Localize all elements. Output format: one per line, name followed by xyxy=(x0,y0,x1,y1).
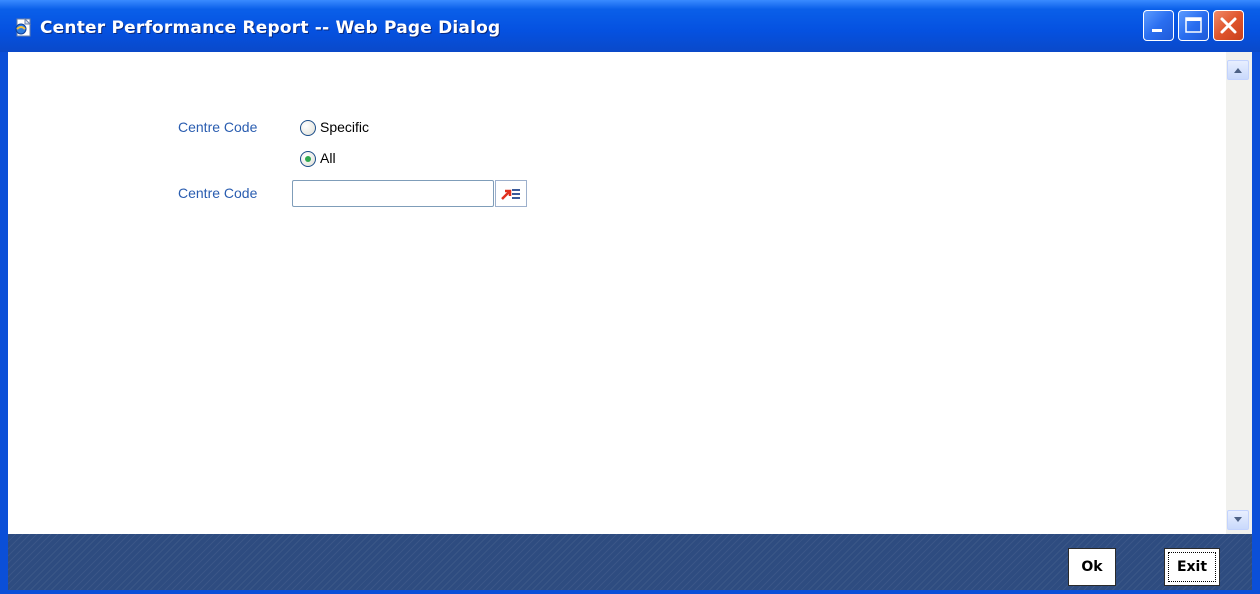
vertical-scrollbar[interactable] xyxy=(1226,52,1252,534)
maximize-icon xyxy=(1185,17,1202,33)
maximize-button[interactable] xyxy=(1178,10,1209,41)
minimize-icon xyxy=(1152,29,1162,32)
ie-page-icon xyxy=(14,17,34,38)
centre-code-input[interactable] xyxy=(292,180,494,207)
ok-button-label: Ok xyxy=(1081,559,1103,575)
close-icon xyxy=(1220,17,1237,34)
scroll-up-arrow-icon xyxy=(1234,68,1242,73)
title-bar[interactable]: Center Performance Report -- Web Page Di… xyxy=(0,0,1260,52)
scroll-up-button[interactable] xyxy=(1227,60,1249,80)
radio-all-label: All xyxy=(320,150,336,166)
minimize-button[interactable] xyxy=(1143,10,1174,41)
list-of-values-icon xyxy=(501,189,520,200)
centre-code-label: Centre Code xyxy=(178,185,258,201)
scroll-down-button[interactable] xyxy=(1227,510,1249,530)
radio-specific-label: Specific xyxy=(320,119,370,135)
radio-selected-dot xyxy=(305,156,311,162)
scroll-down-arrow-icon xyxy=(1234,517,1242,522)
centre-code-type-label: Centre Code xyxy=(178,119,258,135)
radio-circle[interactable] xyxy=(300,120,316,136)
ok-button[interactable]: Ok xyxy=(1068,548,1116,586)
close-button[interactable] xyxy=(1213,10,1244,41)
exit-button[interactable]: Exit xyxy=(1164,548,1220,586)
centre-code-lov-button[interactable] xyxy=(495,180,527,207)
window-title: Center Performance Report -- Web Page Di… xyxy=(40,18,501,38)
radio-circle[interactable] xyxy=(300,151,316,167)
focus-ring xyxy=(1168,552,1216,582)
dialog-footer xyxy=(8,534,1252,590)
